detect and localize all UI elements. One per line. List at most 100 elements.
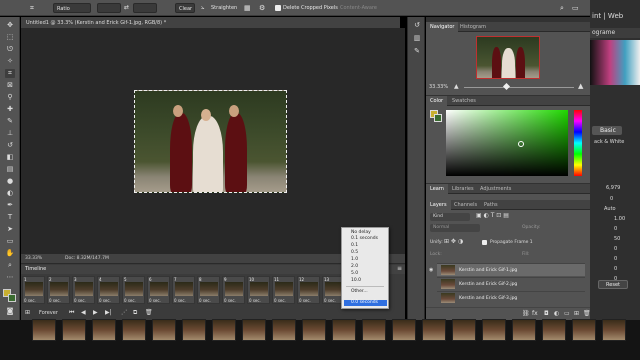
- swap-icon[interactable]: ⇄: [124, 3, 129, 13]
- fx-icon[interactable]: fx: [532, 310, 538, 317]
- visibility-eye-icon[interactable]: ◉: [429, 267, 433, 273]
- film-thumbnail[interactable]: [122, 319, 146, 341]
- film-thumbnail[interactable]: [332, 319, 356, 341]
- basic-tab[interactable]: Basic: [592, 126, 622, 135]
- move-tool-icon[interactable]: ✥: [5, 21, 15, 30]
- film-thumbnail[interactable]: [152, 319, 176, 341]
- crop-tool-icon[interactable]: ⌗: [5, 69, 15, 78]
- duplicate-frame-icon[interactable]: ⧉: [133, 309, 137, 317]
- timeline-frame[interactable]: 80 sec.: [197, 276, 220, 304]
- color-picker-cursor[interactable]: [518, 141, 524, 147]
- healing-brush-icon[interactable]: ✚: [5, 105, 15, 114]
- film-thumbnail[interactable]: [62, 319, 86, 341]
- unify-icons[interactable]: ⊞ ✥ ◑: [444, 238, 463, 245]
- eyedropper-icon[interactable]: ⚲: [5, 93, 15, 102]
- tab-layers[interactable]: Layers: [426, 200, 451, 210]
- pen-tool-icon[interactable]: ✒: [5, 201, 15, 210]
- layer-name[interactable]: Kerstin and Erick Gif-3.jpg: [459, 292, 517, 305]
- adjustment-icon[interactable]: ◐: [554, 310, 559, 317]
- color-picker-field[interactable]: [446, 110, 568, 176]
- crop-tool-icon[interactable]: ⌗: [30, 3, 34, 13]
- hue-slider[interactable]: [574, 110, 582, 176]
- film-thumbnail[interactable]: [182, 319, 206, 341]
- tab-histogram[interactable]: Histogram: [456, 22, 490, 32]
- straighten-label[interactable]: Straighten: [211, 3, 237, 13]
- lasso-tool-icon[interactable]: ᘎ: [5, 45, 15, 54]
- document-tab[interactable]: Untitled1 @ 33.3% (Kerstin and Erick Gif…: [26, 18, 166, 28]
- zoom-tool-icon[interactable]: ⌕: [5, 261, 15, 270]
- grid-overlay-icon[interactable]: ▦: [244, 3, 251, 13]
- history-brush-icon[interactable]: ↺: [5, 141, 15, 150]
- frame-delay[interactable]: 0 sec.: [24, 298, 36, 303]
- tab-navigator[interactable]: Navigator: [426, 22, 459, 32]
- film-thumbnail[interactable]: [482, 319, 506, 341]
- loop-select[interactable]: Forever: [39, 310, 58, 316]
- delay-option[interactable]: 2.0: [351, 264, 358, 270]
- frame-delay[interactable]: 0 sec.: [299, 298, 311, 303]
- trash-icon[interactable]: 🗑: [583, 310, 591, 317]
- film-thumbnail[interactable]: [392, 319, 416, 341]
- film-thumbnail[interactable]: [212, 319, 236, 341]
- tab-adjustments[interactable]: Adjustments: [476, 184, 515, 194]
- layer-row[interactable]: ◉ Kerstin and Erick Gif-1.jpg: [429, 263, 585, 277]
- tab-swatches[interactable]: Swatches: [448, 96, 480, 106]
- frame-delay[interactable]: 0 sec.: [199, 298, 211, 303]
- clear-button[interactable]: Clear: [175, 3, 195, 13]
- layer-row[interactable]: Kerstin and Erick Gif-3.jpg: [437, 291, 585, 304]
- reset-button[interactable]: Reset: [598, 280, 628, 289]
- blur-tool-icon[interactable]: ●: [5, 177, 15, 186]
- first-frame-icon[interactable]: ⏮: [69, 309, 74, 317]
- history-icon[interactable]: ↺: [412, 21, 422, 30]
- frame-tool-icon[interactable]: ⊠: [5, 81, 15, 90]
- ratio-select[interactable]: Ratio: [53, 3, 91, 13]
- film-thumbnail[interactable]: [362, 319, 386, 341]
- film-thumbnail[interactable]: [32, 319, 56, 341]
- next-frame-icon[interactable]: ▶|: [105, 309, 112, 316]
- delay-option[interactable]: 10.0: [351, 278, 361, 284]
- tween-icon[interactable]: ⋰: [121, 309, 127, 316]
- tab-learn[interactable]: Learn: [426, 184, 448, 194]
- convert-timeline-icon[interactable]: ⊞: [25, 309, 30, 316]
- timeline-frame[interactable]: 11 0 sec.: [272, 276, 295, 304]
- delay-option[interactable]: 1.0: [351, 257, 358, 263]
- layer-name[interactable]: Kerstin and Erick Gif-1.jpg: [459, 264, 517, 277]
- frame-delay[interactable]: 0 sec.: [249, 298, 261, 303]
- frame-delay[interactable]: 0 sec.: [124, 298, 136, 303]
- frame-delay[interactable]: 0 sec.: [99, 298, 111, 303]
- more-tools-icon[interactable]: ⋯: [5, 273, 15, 282]
- delay-option[interactable]: 5.0: [351, 271, 358, 277]
- delete-frame-icon[interactable]: 🗑: [145, 309, 153, 316]
- delay-option-other[interactable]: Other...: [351, 289, 368, 295]
- frame-delay[interactable]: 0 sec.: [224, 298, 236, 303]
- play-icon[interactable]: ▶: [93, 309, 98, 316]
- search-icon[interactable]: ⌕: [560, 3, 564, 13]
- delay-option[interactable]: 0.1: [351, 243, 358, 249]
- quick-mask-icon[interactable]: ◙: [5, 307, 15, 316]
- blend-mode-select[interactable]: Normal: [430, 224, 480, 232]
- straighten-icon[interactable]: ⦣: [201, 3, 204, 13]
- tab-paths[interactable]: Paths: [480, 200, 502, 210]
- film-thumbnail[interactable]: [572, 319, 596, 341]
- navigator-zoom[interactable]: 33.33%: [429, 84, 448, 90]
- zoom-slider-handle[interactable]: [502, 82, 511, 91]
- timeline-frame[interactable]: 10 0 sec.: [247, 276, 270, 304]
- gradient-tool-icon[interactable]: ▤: [5, 165, 15, 174]
- ratio-width-field[interactable]: [97, 3, 121, 13]
- background-color-swatch[interactable]: [8, 294, 16, 302]
- mask-icon[interactable]: ◘: [544, 310, 549, 317]
- document-image[interactable]: [134, 90, 287, 193]
- zoom-out-icon[interactable]: ▲: [454, 83, 459, 90]
- dodge-tool-icon[interactable]: ◐: [5, 189, 15, 198]
- timeline-frame[interactable]: 20 sec.: [47, 276, 70, 304]
- workspace-icon[interactable]: ▭: [572, 3, 579, 13]
- timeline-frame[interactable]: 70 sec.: [172, 276, 195, 304]
- zoom-in-icon[interactable]: ▲: [578, 82, 583, 90]
- magic-wand-icon[interactable]: ✧: [5, 57, 15, 66]
- tab-channels[interactable]: Channels: [450, 200, 481, 210]
- delay-option-selected[interactable]: 0.0 seconds: [344, 300, 387, 306]
- timeline-frame[interactable]: 50 sec.: [122, 276, 145, 304]
- film-thumbnail[interactable]: [302, 319, 326, 341]
- zoom-level[interactable]: 33.33%: [25, 254, 42, 263]
- timeline-menu-icon[interactable]: ≡: [397, 265, 402, 272]
- bg-color-chip[interactable]: [434, 114, 442, 122]
